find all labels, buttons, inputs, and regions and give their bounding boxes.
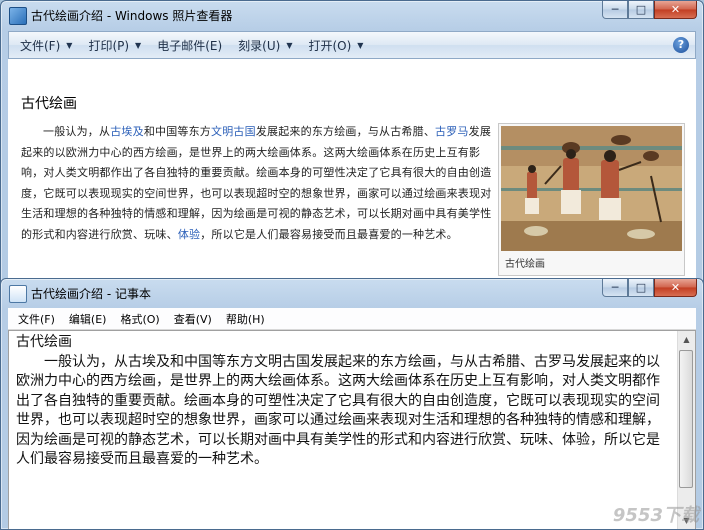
menu-format[interactable]: 格式(O) xyxy=(120,311,159,327)
maximize-button[interactable]: □ xyxy=(628,279,654,297)
menu-email-label: 电子邮件(E) xyxy=(157,38,223,53)
menu-file[interactable]: 文件(F) ▼ xyxy=(20,37,72,54)
notepad-titlebar[interactable]: 古代绘画介绍 - 记事本 xyxy=(1,279,703,307)
figure-caption: 古代绘画 xyxy=(505,259,545,270)
menu-burn[interactable]: 刻录(U) ▼ xyxy=(238,37,292,54)
notepad-app-icon xyxy=(9,285,27,303)
maximize-button[interactable]: □ xyxy=(628,1,654,19)
viewer-command-bar: 文件(F) ▼ 打印(P) ▼ 电子邮件(E) 刻录(U) ▼ 打开(O) ▼ ? xyxy=(8,31,696,59)
minimize-button[interactable]: ─ xyxy=(602,279,628,297)
link-ancient-civilizations: 文明古国 xyxy=(211,125,256,138)
article-title: 古代绘画 xyxy=(21,96,77,112)
notepad-text-area[interactable]: 古代绘画 一般认为，从古埃及和中国等东方文明古国发展起来的东方绘画，与从古希腊、… xyxy=(8,330,696,529)
link-ancient-rome: 古罗马 xyxy=(435,125,469,138)
menu-open-label: 打开(O) xyxy=(308,38,352,53)
notepad-window-controls: ─ □ ✕ xyxy=(602,279,697,298)
menu-print-label: 打印(P) xyxy=(88,38,130,53)
photo-viewer-app-icon xyxy=(9,7,27,25)
viewer-window-title: 古代绘画介绍 - Windows 照片查看器 xyxy=(31,9,233,23)
menu-edit[interactable]: 编辑(E) xyxy=(69,311,107,327)
article-body: 一般认为，从古埃及和中国等东方文明古国发展起来的东方绘画，与从古希腊、古罗马发展… xyxy=(21,125,492,241)
scrollbar-thumb[interactable] xyxy=(679,350,693,488)
article-figure: 古代绘画 xyxy=(498,123,685,276)
chevron-down-icon: ▼ xyxy=(66,40,73,50)
viewer-window-controls: ─ □ ✕ xyxy=(602,1,697,20)
notepad-window-title: 古代绘画介绍 - 记事本 xyxy=(31,287,151,301)
menu-help[interactable]: 帮助(H) xyxy=(226,311,265,327)
egyptian-painting-image xyxy=(501,126,682,251)
close-button[interactable]: ✕ xyxy=(654,1,697,19)
menu-burn-label: 刻录(U) xyxy=(238,38,281,53)
scroll-up-icon[interactable]: ▲ xyxy=(678,331,695,348)
viewer-titlebar[interactable]: 古代绘画介绍 - Windows 照片查看器 xyxy=(1,1,703,29)
viewer-image-canvas: 古代绘画 一般认为，从古埃及和中国等东方文明古国发展起来的东方绘画，与从古希腊、… xyxy=(8,59,696,299)
notepad-content[interactable]: 古代绘画 一般认为，从古埃及和中国等东方文明古国发展起来的东方绘画，与从古希腊、… xyxy=(16,333,671,470)
menu-print[interactable]: 打印(P) ▼ xyxy=(88,37,141,54)
vertical-scrollbar[interactable]: ▲ ▼ xyxy=(677,331,695,529)
notepad-menubar: 文件(F) 编辑(E) 格式(O) 查看(V) 帮助(H) xyxy=(8,308,696,330)
menu-file-label: 文件(F) xyxy=(20,38,61,53)
link-ancient-egypt: 古埃及 xyxy=(110,125,144,138)
menu-email[interactable]: 电子邮件(E) xyxy=(157,37,222,54)
menu-view[interactable]: 查看(V) xyxy=(174,311,212,327)
photo-viewer-window: 古代绘画介绍 - Windows 照片查看器 ─ □ ✕ 文件(F) ▼ 打印(P… xyxy=(0,0,704,300)
menu-file[interactable]: 文件(F) xyxy=(18,311,55,327)
minimize-button[interactable]: ─ xyxy=(602,1,628,19)
chevron-down-icon: ▼ xyxy=(286,40,293,50)
close-button[interactable]: ✕ xyxy=(654,279,697,297)
site-watermark: 9553下载 xyxy=(612,505,699,526)
chevron-down-icon: ▼ xyxy=(135,40,142,50)
menu-open[interactable]: 打开(O) ▼ xyxy=(308,37,363,54)
chevron-down-icon: ▼ xyxy=(357,40,364,50)
notepad-window: 古代绘画介绍 - 记事本 ─ □ ✕ 文件(F) 编辑(E) 格式(O) 查看(… xyxy=(0,278,704,530)
help-icon[interactable]: ? xyxy=(673,37,689,53)
link-experience: 体验 xyxy=(177,227,201,241)
